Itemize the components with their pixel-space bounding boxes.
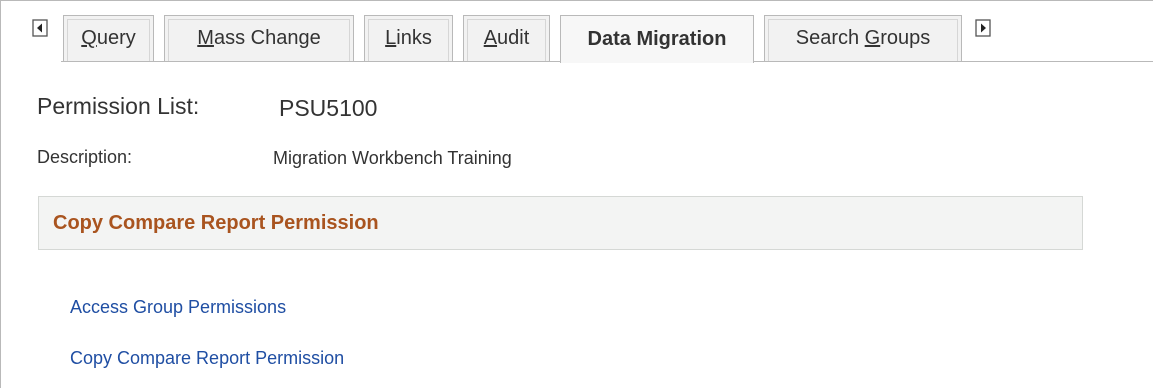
tab-search-groups-label: Search Groups bbox=[795, 27, 931, 49]
tab-mass-change-label: Mass Change bbox=[197, 27, 321, 49]
tab-mass-change[interactable]: Mass Change bbox=[164, 15, 354, 61]
scroll-tabs-right-button[interactable] bbox=[975, 19, 993, 39]
scroll-tabs-left-button[interactable] bbox=[32, 19, 50, 39]
tab-data-migration[interactable]: Data Migration bbox=[560, 15, 754, 63]
tab-audit-label: Audit bbox=[483, 27, 530, 49]
access-group-permissions-link[interactable]: Access Group Permissions bbox=[70, 297, 286, 318]
tab-query[interactable]: Query bbox=[63, 15, 154, 61]
tab-bar: Query Mass Change Links Audit Data Migra… bbox=[1, 1, 1153, 63]
permission-list-label: Permission List: bbox=[37, 93, 200, 119]
description-value: Migration Workbench Training bbox=[273, 148, 512, 168]
section-header: Copy Compare Report Permission bbox=[38, 196, 1083, 250]
triangle-left-icon bbox=[32, 19, 48, 37]
tab-query-label: Query bbox=[81, 27, 136, 49]
tab-links[interactable]: Links bbox=[364, 15, 453, 61]
permission-list-value: PSU5100 bbox=[279, 95, 378, 121]
tab-data-migration-label: Data Migration bbox=[587, 28, 727, 50]
copy-compare-report-permission-link[interactable]: Copy Compare Report Permission bbox=[70, 348, 344, 369]
tab-search-groups[interactable]: Search Groups bbox=[764, 15, 962, 61]
page-frame: Query Mass Change Links Audit Data Migra… bbox=[0, 0, 1153, 388]
tab-links-label: Links bbox=[385, 27, 432, 49]
triangle-right-icon bbox=[975, 19, 991, 37]
section-title: Copy Compare Report Permission bbox=[53, 212, 379, 234]
tab-audit[interactable]: Audit bbox=[463, 15, 550, 61]
description-label: Description: bbox=[37, 147, 133, 167]
